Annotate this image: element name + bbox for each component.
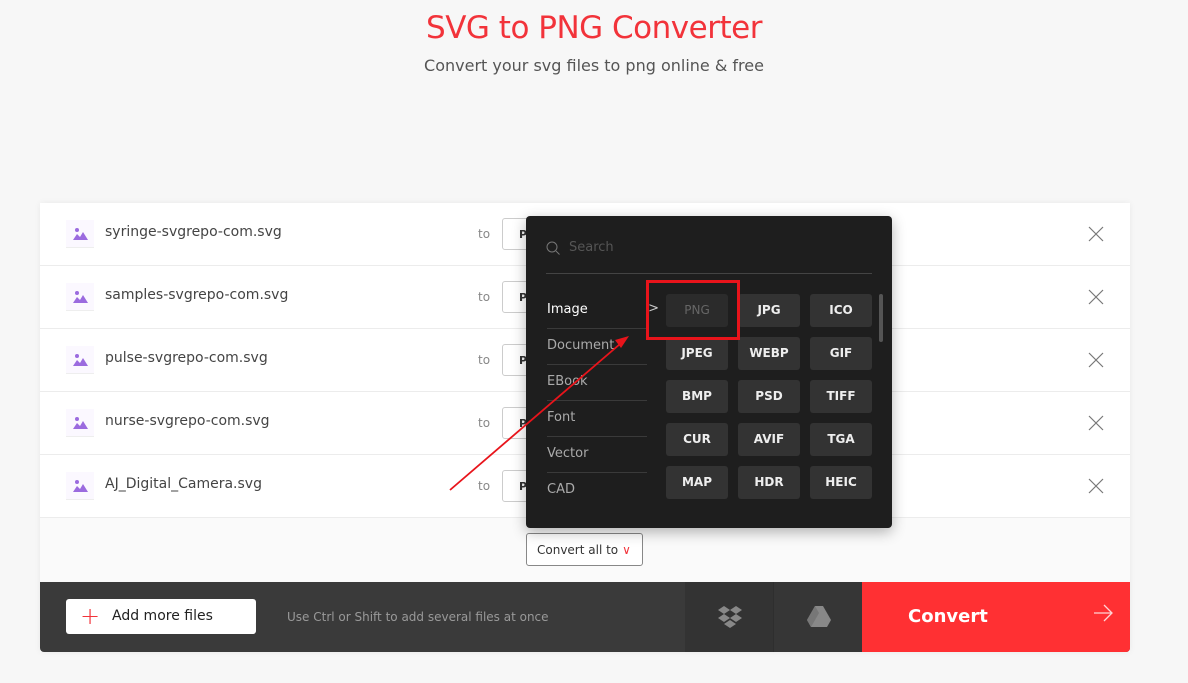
chevron-down-icon: ∨ <box>622 543 631 557</box>
category-label: Font <box>547 410 576 425</box>
convert-all-dropdown[interactable]: Convert all to ∨ <box>526 533 643 566</box>
to-label: to <box>478 416 491 430</box>
format-gif[interactable]: GIF <box>810 337 872 370</box>
category-label: Image <box>547 302 588 317</box>
image-file-icon <box>66 283 94 311</box>
format-map[interactable]: MAP <box>666 466 728 499</box>
page-title: SVG to PNG Converter <box>426 10 762 46</box>
format-tiff[interactable]: TIFF <box>810 380 872 413</box>
google-drive-button[interactable] <box>773 582 862 652</box>
category-label: EBook <box>547 374 588 389</box>
google-drive-icon <box>807 606 831 627</box>
scrollbar[interactable] <box>879 294 883 342</box>
dropbox-button[interactable] <box>685 582 773 652</box>
add-more-label: Add more files <box>112 608 213 624</box>
category-image[interactable]: Image > <box>547 293 659 329</box>
format-jpg[interactable]: JPG <box>738 294 800 327</box>
close-icon[interactable] <box>1088 289 1104 305</box>
search-icon <box>546 241 560 255</box>
arrow-right-icon <box>1094 604 1113 622</box>
format-avif[interactable]: AVIF <box>738 423 800 456</box>
category-document[interactable]: Document <box>547 329 647 365</box>
image-file-icon <box>66 346 94 374</box>
close-icon[interactable] <box>1088 415 1104 431</box>
dropbox-icon <box>718 606 742 628</box>
format-webp[interactable]: WEBP <box>738 337 800 370</box>
format-jpeg[interactable]: JPEG <box>666 337 728 370</box>
category-ebook[interactable]: EBook <box>547 365 647 401</box>
to-label: to <box>478 479 491 493</box>
close-icon[interactable] <box>1088 226 1104 242</box>
format-bmp[interactable]: BMP <box>666 380 728 413</box>
file-name: syringe-svgrepo-com.svg <box>105 224 282 240</box>
format-search-input[interactable]: Search <box>546 240 614 255</box>
file-name: nurse-svgrepo-com.svg <box>105 413 270 429</box>
format-cur[interactable]: CUR <box>666 423 728 456</box>
plus-icon: + <box>80 602 101 630</box>
add-more-files-button[interactable]: + Add more files <box>66 599 256 634</box>
category-font[interactable]: Font <box>547 401 647 437</box>
to-label: to <box>478 353 491 367</box>
hint-text: Use Ctrl or Shift to add several files a… <box>287 610 549 624</box>
format-heic[interactable]: HEIC <box>810 466 872 499</box>
format-psd[interactable]: PSD <box>738 380 800 413</box>
annotation-highlight-box <box>646 280 740 340</box>
category-label: CAD <box>547 482 575 497</box>
image-file-icon <box>66 220 94 248</box>
category-cad[interactable]: CAD <box>547 473 647 509</box>
format-tga[interactable]: TGA <box>810 423 872 456</box>
category-label: Document <box>547 338 615 353</box>
footer-bar: + Add more files Use Ctrl or Shift to add… <box>40 582 1130 652</box>
format-hdr[interactable]: HDR <box>738 466 800 499</box>
file-name: samples-svgrepo-com.svg <box>105 287 289 303</box>
to-label: to <box>478 227 491 241</box>
format-ico[interactable]: ICO <box>810 294 872 327</box>
close-icon[interactable] <box>1088 352 1104 368</box>
page-subtitle: Convert your svg files to png online & f… <box>424 56 764 75</box>
file-name: AJ_Digital_Camera.svg <box>105 476 262 492</box>
search-placeholder: Search <box>569 240 614 255</box>
category-label: Vector <box>547 446 589 461</box>
category-vector[interactable]: Vector <box>547 437 647 473</box>
divider <box>546 273 872 274</box>
format-dropdown: Search Image > Document EBook Font Vector CAD … <box>526 216 892 528</box>
convert-button[interactable]: Convert <box>862 582 1130 652</box>
image-file-icon <box>66 409 94 437</box>
close-icon[interactable] <box>1088 478 1104 494</box>
convert-all-label: Convert all to <box>537 543 619 557</box>
file-name: pulse-svgrepo-com.svg <box>105 350 268 366</box>
convert-label: Convert <box>908 606 988 627</box>
to-label: to <box>478 290 491 304</box>
image-file-icon <box>66 472 94 500</box>
